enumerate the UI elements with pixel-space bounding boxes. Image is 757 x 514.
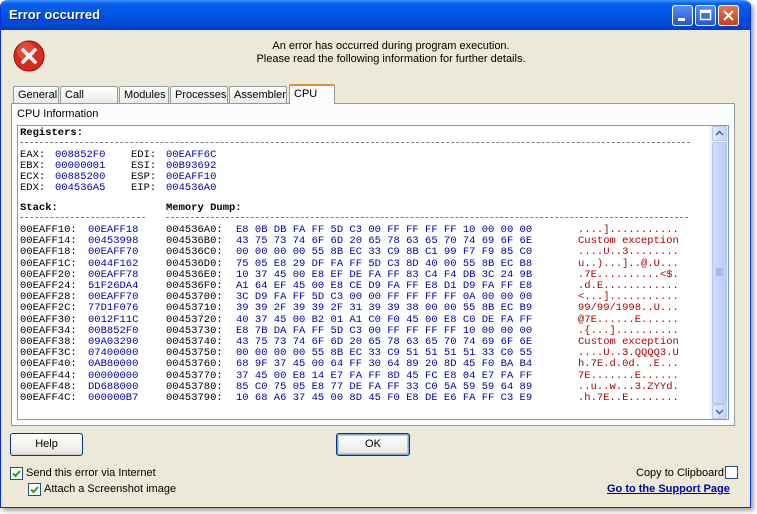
checkmark-icon [12,470,21,478]
scroll-down-icon [715,409,724,415]
maximize-button[interactable] [695,5,716,26]
scroll-up-icon [715,130,724,136]
ok-button[interactable]: OK [336,433,410,456]
attach-screenshot-label[interactable]: Attach a Screenshot image [44,483,176,495]
stack-value: 0012F11C [88,313,139,326]
memory-hex-bytes: 39 39 2F 39 39 2F 31 39 39 38 00 00 55 8… [236,302,533,315]
stack-value: 77D1F076 [88,302,139,315]
memory-ascii: .h.7E..E........ [578,392,679,404]
register-value: 004536A5 [55,182,106,194]
memory-ascii: @7E......E...... [578,313,679,326]
memory-address: 00453710: [166,302,223,315]
tab-cpu[interactable]: CPU [289,84,335,104]
memory-address: 00453720: [166,313,223,326]
memory-ascii: h.7E.d.0d. .E... [578,358,679,371]
registers-header: Registers: [20,127,84,139]
help-button[interactable]: Help [10,433,83,456]
stack-address: 00EAFF40: [20,358,77,371]
stack-value: 0AB80000 [88,358,139,371]
register-name: EIP: [131,182,157,194]
stack-address: 00EAFF1C: [20,257,77,270]
memory-address: 00453790: [166,392,223,404]
memory-hex-bytes: 40 37 45 00 B2 01 A1 C0 F0 45 00 E8 C0 D… [236,313,533,326]
memory-hex-bytes: 10 68 A6 37 45 00 8D 45 F0 E8 DE E6 FA F… [236,392,533,404]
stack-header: Stack: [20,202,58,214]
tab-processes[interactable]: Processes [170,86,228,103]
registers-divider [20,142,690,143]
stack-address: 00EAFF4C: [20,392,77,404]
tab-call-stack[interactable]: Call Stack [60,86,118,118]
memory-ascii: 99/99/1998..U... [578,302,679,315]
scroll-up-button[interactable] [712,126,727,141]
register-value: 004536A0 [166,182,217,194]
memory-hex-bytes: 75 05 E8 29 DF FA FF 5D C3 8D 40 00 55 8… [236,257,533,270]
window-title: Error occurred [9,7,101,22]
stack-value: 000000B7 [88,392,139,404]
memory-hex-bytes: 68 9F 37 45 00 64 FF 30 64 89 20 8D 45 F… [236,358,533,371]
stack-address: 00EAFF2C: [20,302,77,315]
error-icon [13,40,45,72]
memory-address: 004536D0: [166,257,223,270]
stack-address: 00EAFF44: [20,369,77,382]
memory-dump-header: Memory Dump: [166,202,242,214]
tab-general[interactable]: General [13,86,59,103]
maximize-icon [699,9,712,21]
stack-value: 00000000 [88,369,139,382]
stack-value: 0044F162 [88,257,139,270]
memory-address: 004536C0: [166,246,223,259]
attach-screenshot-checkbox[interactable] [28,483,41,496]
copy-clipboard-label[interactable]: Copy to Clipboard [636,467,724,479]
stack-address: 00EAFF18: [20,246,77,259]
support-page-link[interactable]: Go to the Support Page [607,483,730,495]
memory-hex-bytes: 37 45 00 E8 14 E7 FA FF 8D 45 FC E8 04 E… [236,369,533,382]
stack-value: 00EAFF70 [88,246,139,259]
tab-assembler[interactable]: Assembler [229,86,287,103]
error-message-line-2: Please read the following information fo… [256,53,526,65]
stack-address: 00EAFF30: [20,313,77,326]
title-bar[interactable]: Error occurred [1,0,750,30]
memory-ascii: u..)...]..@.U... [578,257,679,270]
scroll-down-button[interactable] [712,404,727,419]
tab-modules[interactable]: Modules [119,86,169,103]
send-internet-label[interactable]: Send this error via Internet [26,467,156,479]
memory-address: 00453770: [166,369,223,382]
memory-hex-bytes: 00 00 00 00 55 8B EC 33 C9 8B C1 99 F7 F… [236,246,533,259]
cpu-info-memo[interactable]: Registers: EAX: 008852F0 EDI: 00EAFF6C EBX: 0… [17,125,729,420]
cpu-panel: CPU Information Registers: EAX: 008852F0 E… [11,103,735,426]
memory-divider [166,217,688,218]
send-internet-checkbox[interactable] [10,467,23,480]
register-name: EDX: [20,182,46,194]
error-dialog: Error occurred An error has occurred dur… [0,0,751,508]
close-icon [723,10,734,21]
scroll-grip-icon [716,268,723,276]
minimize-icon [678,18,685,21]
minimize-button[interactable] [672,5,693,26]
cpu-information-label: CPU Information [17,108,99,120]
memory-ascii: 7E.......E...... [578,369,679,382]
error-message-line-1: An error has occurred during program exe… [272,40,510,52]
checkmark-icon [30,486,39,494]
memory-ascii: ....U..3........ [578,246,679,259]
copy-clipboard-checkbox[interactable] [725,466,738,479]
memory-address: 00453760: [166,358,223,371]
close-button[interactable] [718,5,739,26]
stack-divider [20,217,145,218]
vertical-scrollbar[interactable] [710,126,728,419]
scroll-thumb[interactable] [712,142,727,404]
